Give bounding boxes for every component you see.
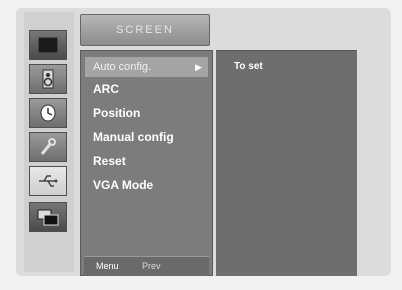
speaker-icon[interactable] [29, 64, 67, 94]
menu-item-arc[interactable]: ARC [93, 79, 119, 99]
picture-icon[interactable] [29, 30, 67, 60]
arrow-right-icon: ▶ [195, 62, 202, 72]
submenu-panel: To set [216, 50, 357, 276]
menu-item-auto-config[interactable]: Auto config. ▶ [85, 57, 208, 77]
menu-footer: Menu Prev [84, 256, 209, 276]
prev-key-label[interactable]: Prev [142, 261, 161, 271]
clock-icon[interactable] [29, 98, 67, 128]
menu-panel: Auto config. ▶ ARC Position Manual confi… [80, 50, 213, 276]
menu-key-label[interactable]: Menu [96, 261, 119, 271]
screen-icon[interactable] [29, 202, 67, 232]
menu-item-reset[interactable]: Reset [93, 151, 126, 171]
wrench-icon[interactable] [29, 132, 67, 162]
menu-item-label: Auto config. [93, 61, 152, 73]
menu-item-manual-config[interactable]: Manual config [93, 127, 174, 147]
menu-item-vga-mode[interactable]: VGA Mode [93, 175, 153, 195]
submenu-value[interactable]: To set [234, 61, 263, 72]
menu-item-position[interactable]: Position [93, 103, 140, 123]
menu-title: SCREEN [80, 14, 210, 46]
usb-icon[interactable] [29, 166, 67, 196]
